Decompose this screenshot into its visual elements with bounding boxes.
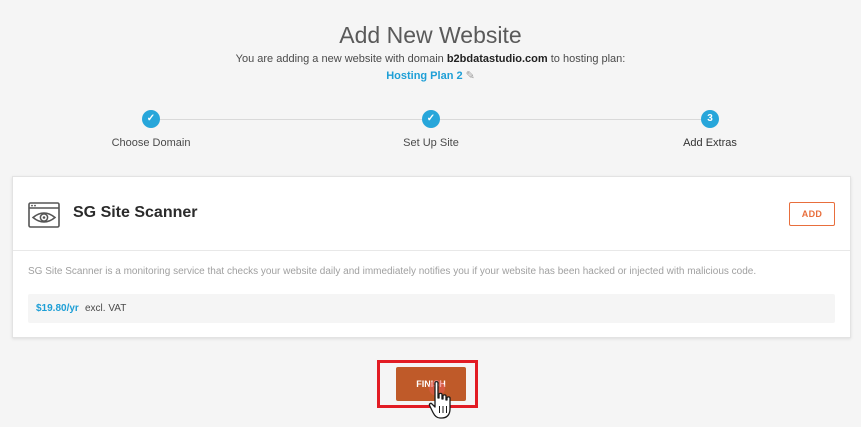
hand-pointer-cursor-icon bbox=[428, 380, 451, 419]
progress-stepper: ✓ Choose Domain ✓ Set Up Site 3 Add Extr… bbox=[0, 109, 861, 149]
price-note: excl. VAT bbox=[85, 303, 127, 314]
step-number-badge: 3 bbox=[701, 110, 719, 128]
domain-name: b2bdatastudio.com bbox=[446, 53, 548, 65]
check-icon: ✓ bbox=[142, 110, 160, 128]
extra-service-card: SG Site Scanner ADD SG Site Scanner is a… bbox=[12, 176, 851, 338]
card-header: SG Site Scanner ADD bbox=[13, 177, 850, 251]
subtitle-prefix: You are adding a new website with domain bbox=[235, 53, 444, 65]
add-button[interactable]: ADD bbox=[789, 202, 835, 226]
check-icon: ✓ bbox=[422, 110, 440, 128]
card-description: SG Site Scanner is a monitoring service … bbox=[28, 266, 757, 277]
step-label: Set Up Site bbox=[403, 137, 459, 149]
site-scanner-eye-icon bbox=[28, 202, 60, 228]
pencil-icon[interactable]: ✎ bbox=[466, 70, 475, 82]
step-label: Choose Domain bbox=[111, 137, 191, 149]
step-add-extras: 3 Add Extras bbox=[635, 109, 785, 149]
card-title: SG Site Scanner bbox=[73, 204, 198, 221]
price-value: $19.80/yr bbox=[36, 303, 79, 314]
price-bar: $19.80/yr excl. VAT bbox=[28, 294, 835, 323]
step-label: Add Extras bbox=[683, 137, 737, 149]
step-choose-domain: ✓ Choose Domain bbox=[76, 109, 226, 149]
page-title: Add New Website bbox=[339, 22, 522, 48]
page-subtitle: You are adding a new website with domain… bbox=[0, 53, 861, 65]
hosting-plan-link[interactable]: Hosting Plan 2 bbox=[386, 70, 462, 82]
step-set-up-site: ✓ Set Up Site bbox=[356, 109, 506, 149]
hosting-plan-row: Hosting Plan 2 ✎ bbox=[0, 69, 861, 82]
subtitle-suffix: to hosting plan: bbox=[550, 53, 626, 65]
